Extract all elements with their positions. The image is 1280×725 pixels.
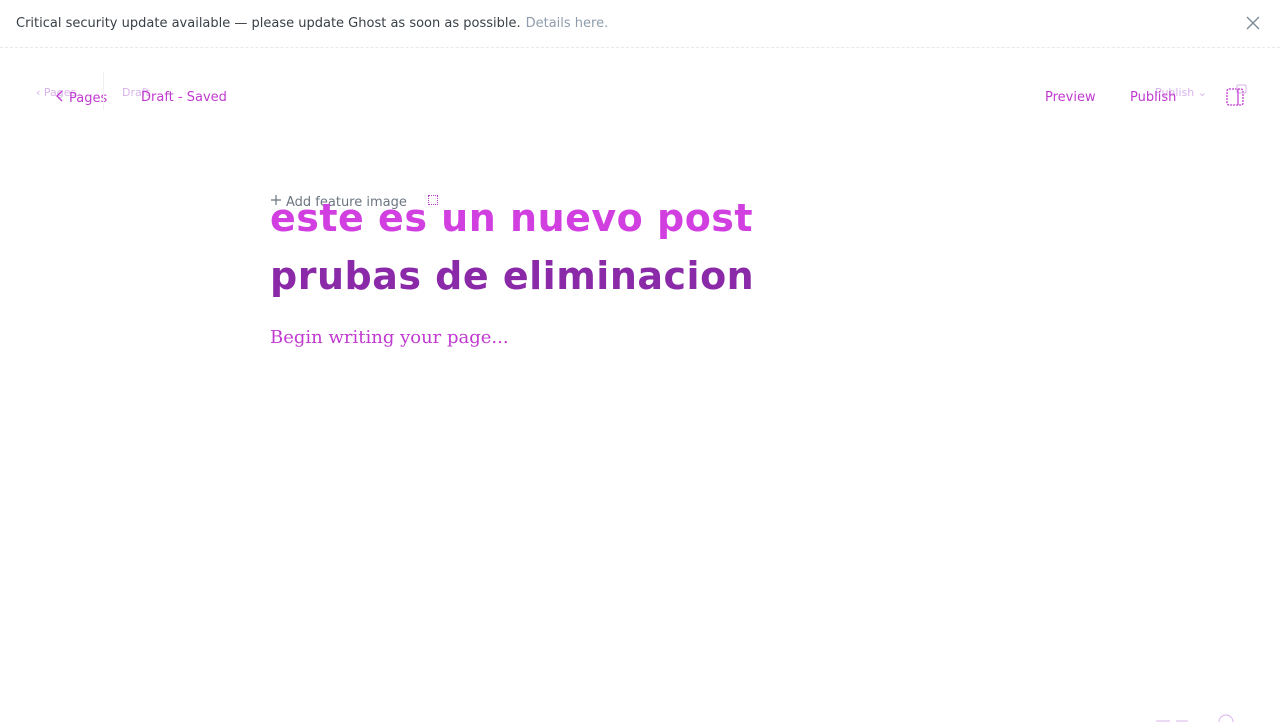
security-update-banner: Critical security update available — ple… [0, 0, 1280, 48]
banner-message: Critical security update available — ple… [16, 16, 521, 31]
chevron-down-icon: ⌄ [1198, 86, 1207, 99]
close-icon[interactable] [1244, 14, 1262, 32]
banner-details-link[interactable]: Details here. [526, 16, 609, 31]
help-widget-icon[interactable] [1156, 712, 1236, 722]
publish-button[interactable]: Publish [1130, 90, 1176, 105]
chevron-left-icon [56, 90, 64, 106]
save-status: Draft - Saved [141, 90, 227, 105]
post-title-line-1[interactable]: este es un nuevo post [270, 196, 753, 240]
back-link-label: Pages [69, 91, 107, 106]
body-editor-placeholder[interactable]: Begin writing your page... [270, 327, 509, 348]
header-divider [103, 72, 104, 110]
settings-menu-icon[interactable] [1225, 83, 1247, 107]
post-title-line-2[interactable]: prubas de eliminacion [270, 254, 754, 298]
editor-header: ‹ Pages Pages Draft Draft - Saved Previe… [0, 78, 1280, 118]
back-to-pages-link[interactable]: Pages [56, 90, 107, 106]
preview-button[interactable]: Preview [1045, 90, 1096, 105]
